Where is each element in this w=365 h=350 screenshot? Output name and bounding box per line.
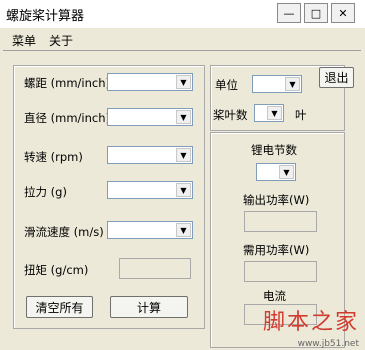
- blades-combo[interactable]: ▼: [254, 104, 284, 122]
- required-power-label: 需用功率(W): [243, 243, 310, 257]
- speed-label: 转速 (rpm): [24, 150, 83, 164]
- slip-speed-label: 滑流速度 (m/s): [24, 225, 104, 239]
- watermark-url: www.jb51.net: [297, 339, 359, 349]
- menu-item-menu[interactable]: 菜单: [12, 32, 36, 49]
- chevron-down-icon[interactable]: ▼: [176, 110, 191, 124]
- chevron-down-icon[interactable]: ▼: [176, 183, 191, 197]
- blades-label: 桨叶数: [213, 108, 248, 122]
- pitch-combo[interactable]: ▼: [107, 73, 193, 91]
- client-area: 螺距 (mm/inch) ▼ 直径 (mm/inch) ▼ 转速 (rpm) ▼…: [3, 50, 361, 348]
- output-power-label: 输出功率(W): [243, 193, 310, 207]
- cells-label: 锂电节数: [251, 143, 297, 157]
- app-window: 螺旋桨计算器 — □ ✕ 菜单 关于 螺距 (mm/inch) ▼ 直径 (mm…: [0, 0, 365, 350]
- minimize-button[interactable]: —: [277, 3, 301, 23]
- slip-speed-combo[interactable]: ▼: [107, 221, 193, 239]
- chevron-down-icon[interactable]: ▼: [176, 223, 191, 237]
- chevron-down-icon[interactable]: ▼: [279, 165, 294, 179]
- input-group: 螺距 (mm/inch) ▼ 直径 (mm/inch) ▼ 转速 (rpm) ▼…: [13, 65, 205, 329]
- maximize-button[interactable]: □: [304, 3, 328, 23]
- torque-label: 扭矩 (g/cm): [24, 263, 89, 277]
- chevron-down-icon[interactable]: ▼: [176, 148, 191, 162]
- title-bar: 螺旋桨计算器 — □ ✕: [0, 0, 365, 28]
- blades-suffix: 叶: [295, 108, 307, 122]
- menu-bar: 菜单 关于: [0, 29, 365, 49]
- thrust-combo[interactable]: ▼: [107, 181, 193, 199]
- current-label: 电流: [263, 289, 286, 303]
- menu-item-about[interactable]: 关于: [49, 32, 73, 49]
- required-power-value: [244, 261, 317, 282]
- window-title: 螺旋桨计算器: [6, 9, 85, 24]
- unit-combo[interactable]: ▼: [252, 75, 302, 93]
- diameter-combo[interactable]: ▼: [107, 108, 193, 126]
- calculate-button[interactable]: 计算: [110, 296, 188, 318]
- speed-combo[interactable]: ▼: [107, 146, 193, 164]
- chevron-down-icon[interactable]: ▼: [267, 106, 282, 120]
- cells-combo[interactable]: ▼: [256, 163, 296, 181]
- clear-all-button[interactable]: 清空所有: [26, 296, 93, 318]
- thrust-label: 拉力 (g): [24, 185, 67, 199]
- diameter-label: 直径 (mm/inch): [24, 111, 111, 125]
- unit-label: 单位: [215, 78, 238, 92]
- chevron-down-icon[interactable]: ▼: [285, 77, 300, 91]
- exit-button[interactable]: 退出: [319, 67, 354, 88]
- watermark-logo: 脚本之家: [262, 310, 359, 335]
- output-power-value: [244, 211, 317, 232]
- torque-output: [119, 258, 191, 279]
- pitch-label: 螺距 (mm/inch): [24, 76, 111, 90]
- close-button[interactable]: ✕: [331, 3, 355, 23]
- chevron-down-icon[interactable]: ▼: [176, 75, 191, 89]
